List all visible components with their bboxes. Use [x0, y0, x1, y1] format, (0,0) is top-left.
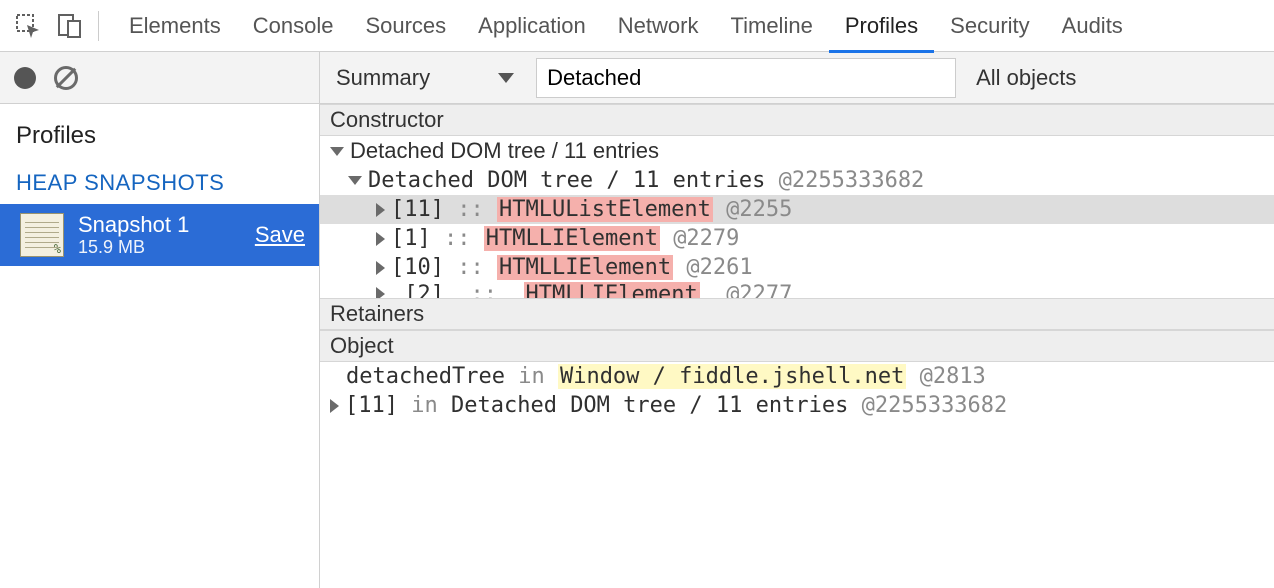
tab-label: Timeline: [730, 13, 812, 39]
tab-security[interactable]: Security: [934, 0, 1045, 52]
retainer-row[interactable]: [11] in Detached DOM tree / 11 entries @…: [320, 391, 1274, 420]
tab-elements[interactable]: Elements: [113, 0, 237, 52]
snapshot-item[interactable]: % Snapshot 1 15.9 MB Save: [0, 204, 319, 266]
profiles-sidebar: Profiles HEAP SNAPSHOTS % Snapshot 1 15.…: [0, 52, 320, 588]
sidebar-section-profiles: Profiles: [0, 104, 319, 156]
snapshot-size: 15.9 MB: [78, 237, 255, 258]
sidebar-section-label: Profiles: [16, 122, 96, 149]
snapshot-text: Snapshot 1 15.9 MB: [78, 212, 255, 258]
retainer-count: [11]: [345, 393, 398, 418]
object-id: @2279: [673, 226, 739, 251]
object-column-header[interactable]: Object: [320, 330, 1274, 362]
tree-group-label: Detached DOM tree / 11 entries: [368, 168, 765, 193]
content-toolbar: Summary All objects: [320, 52, 1274, 104]
object-id: @2255333682: [862, 393, 1008, 418]
retainer-context: Window / fiddle.jshell.net: [558, 364, 906, 389]
tab-label: Security: [950, 13, 1029, 39]
sidebar-toolbar: [0, 52, 319, 104]
retainer-row[interactable]: detachedTree in Window / fiddle.jshell.n…: [320, 362, 1274, 391]
tab-console[interactable]: Console: [237, 0, 350, 52]
view-mode-select[interactable]: Summary: [336, 65, 522, 91]
retainer-in: in: [518, 364, 545, 389]
disclosure-triangle-icon[interactable]: [376, 261, 385, 275]
retainer-prop: detachedTree: [346, 364, 505, 389]
row-count: [10]: [391, 255, 444, 280]
tab-timeline[interactable]: Timeline: [714, 0, 828, 52]
constructor-column-header[interactable]: Constructor: [320, 104, 1274, 136]
sidebar-heap-heading: HEAP SNAPSHOTS: [0, 156, 319, 204]
tree-root-label: Detached DOM tree / 11 entries: [350, 138, 659, 164]
constructor-tree: Detached DOM tree / 11 entries Detached …: [320, 136, 1274, 298]
tab-application[interactable]: Application: [462, 0, 602, 52]
tab-label: Application: [478, 13, 586, 39]
row-type: HTMLLIElement: [524, 282, 700, 298]
tree-row-clipped: [2] :: HTMLLIElement @2277: [320, 282, 1274, 298]
retainers-header-text: Retainers: [330, 301, 424, 326]
snapshot-icon: %: [20, 213, 64, 257]
tree-row[interactable]: [11] :: HTMLUListElement @2255: [320, 195, 1274, 224]
row-sep: ::: [444, 226, 471, 251]
tab-label: Network: [618, 13, 699, 39]
tree-group-row[interactable]: Detached DOM tree / 11 entries @22553336…: [320, 166, 1274, 195]
row-type: HTMLLIElement: [497, 255, 673, 280]
snapshot-name: Snapshot 1: [78, 212, 255, 237]
disclosure-triangle-icon[interactable]: [348, 176, 362, 185]
row-count: [11]: [391, 197, 444, 222]
inspect-element-icon[interactable]: [10, 8, 46, 44]
object-id: @2813: [920, 364, 986, 389]
retainer-in: in: [411, 393, 438, 418]
tree-root-row[interactable]: Detached DOM tree / 11 entries: [320, 136, 1274, 166]
toggle-device-icon[interactable]: [52, 8, 88, 44]
tab-label: Profiles: [845, 13, 918, 39]
tree-row[interactable]: [10] :: HTMLLIElement @2261: [320, 253, 1274, 282]
row-sep: ::: [471, 282, 498, 298]
tabstrip-divider: [98, 11, 99, 41]
retainers-tree: detachedTree in Window / fiddle.jshell.n…: [320, 362, 1274, 588]
disclosure-triangle-icon[interactable]: [376, 203, 385, 217]
object-header-text: Object: [330, 333, 394, 358]
main-area: Profiles HEAP SNAPSHOTS % Snapshot 1 15.…: [0, 52, 1274, 588]
sidebar-heap-heading-text: HEAP SNAPSHOTS: [16, 170, 224, 195]
record-button[interactable]: [14, 67, 36, 89]
tab-label: Console: [253, 13, 334, 39]
object-id: @2261: [686, 255, 752, 280]
retainer-label: Detached DOM tree / 11 entries: [451, 393, 848, 418]
clear-button[interactable]: [54, 66, 78, 90]
row-count: [1]: [391, 226, 431, 251]
tab-network[interactable]: Network: [602, 0, 715, 52]
tree-row[interactable]: [1] :: HTMLLIElement @2279: [320, 224, 1274, 253]
tab-label: Sources: [365, 13, 446, 39]
tab-label: Elements: [129, 13, 221, 39]
devtools-tabstrip: Elements Console Sources Application Net…: [0, 0, 1274, 52]
row-type: HTMLLIElement: [484, 226, 660, 251]
profiles-content: Summary All objects Constructor Detached…: [320, 52, 1274, 588]
class-filter-input[interactable]: [536, 58, 956, 98]
object-id: @2255: [726, 197, 792, 222]
tab-profiles[interactable]: Profiles: [829, 0, 934, 52]
scope-select[interactable]: All objects: [976, 65, 1076, 91]
disclosure-triangle-icon[interactable]: [330, 147, 344, 156]
retainers-header[interactable]: Retainers: [320, 298, 1274, 330]
disclosure-triangle-icon[interactable]: [330, 399, 339, 413]
view-mode-label: Summary: [336, 65, 430, 91]
disclosure-triangle-icon: [376, 287, 385, 298]
constructor-header-text: Constructor: [330, 107, 444, 132]
object-id: @2255333682: [779, 168, 925, 193]
row-sep: ::: [457, 197, 484, 222]
row-count: [2]: [404, 282, 444, 298]
tab-label: Audits: [1062, 13, 1123, 39]
row-sep: ::: [457, 255, 484, 280]
object-id: @2277: [726, 282, 792, 298]
tab-audits[interactable]: Audits: [1046, 0, 1139, 52]
snapshot-save-link[interactable]: Save: [255, 222, 305, 248]
chevron-down-icon: [498, 73, 514, 83]
disclosure-triangle-icon[interactable]: [376, 232, 385, 246]
tab-sources[interactable]: Sources: [349, 0, 462, 52]
row-type: HTMLUListElement: [497, 197, 713, 222]
